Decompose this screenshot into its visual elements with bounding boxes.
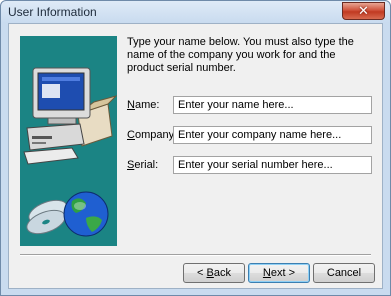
side-illustration-panel bbox=[20, 36, 117, 246]
company-label: Company: bbox=[127, 129, 178, 141]
cancel-button[interactable]: Cancel bbox=[313, 263, 375, 283]
dialog-client-area: Type your name below. You must also type… bbox=[8, 23, 383, 289]
serial-label: Serial: bbox=[127, 159, 159, 171]
close-button[interactable]: ✕ bbox=[342, 2, 385, 20]
globe-illustration bbox=[63, 191, 109, 237]
title-bar[interactable]: User Information ✕ bbox=[1, 1, 390, 23]
close-icon: ✕ bbox=[358, 3, 369, 19]
company-field[interactable] bbox=[173, 126, 372, 144]
back-button[interactable]: < Back bbox=[183, 263, 245, 283]
next-button[interactable]: Next > bbox=[248, 263, 310, 283]
instructions-text: Type your name below. You must also type… bbox=[127, 36, 354, 74]
button-separator bbox=[20, 254, 371, 256]
name-label: Name: bbox=[127, 99, 160, 111]
dialog-window: User Information ✕ Type your name below.… bbox=[0, 0, 391, 296]
serial-field[interactable] bbox=[173, 156, 372, 174]
window-title: User Information bbox=[8, 5, 97, 19]
name-field[interactable] bbox=[173, 96, 372, 114]
